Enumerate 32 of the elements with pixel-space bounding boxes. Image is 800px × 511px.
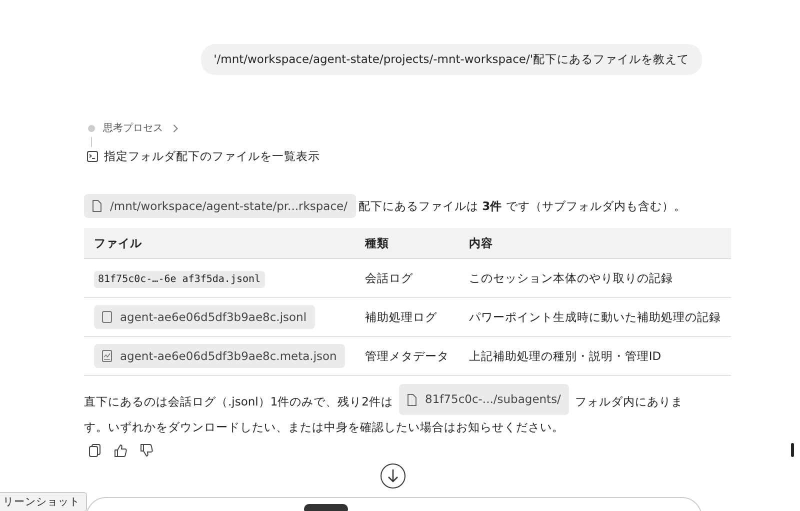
table-cell: パワーポイント生成時に動いた補助処理の記録 xyxy=(458,298,731,336)
column-header: ファイル xyxy=(84,228,355,258)
chart-file-icon xyxy=(102,350,112,362)
user-message: '/mnt/workspace/agent-state/projects/-mnt-workspace/'配下にあるファイルを教えて xyxy=(200,44,702,75)
scrollbar-thumb[interactable] xyxy=(791,443,794,457)
copy-icon[interactable] xyxy=(89,444,101,457)
file-chip[interactable]: agent-ae6e06d5df3b9ae8c.jsonl xyxy=(94,305,315,329)
folder-chip[interactable]: 81f75c0c-.../subagents/ xyxy=(399,384,569,415)
summary-text: 配下にあるファイルは 3件 です（サブフォルダ内も含む）。 xyxy=(358,198,686,214)
side-tab[interactable]: リーンショット xyxy=(0,492,87,511)
thinking-step: 指定フォルダ配下のファイルを一覧表示 xyxy=(104,149,320,164)
closing-paragraph: 直下にあるのは会話ログ（.jsonl）1件のみで、残り2件は 81f75c0c-.../subagents/ フォルダ内にあります。いずれかをダウンロードしたい、または中身を確認したい場合はお知らせください。 xyxy=(84,384,700,440)
terminal-icon xyxy=(87,151,98,162)
table-cell: 管理メタデータ xyxy=(354,336,459,376)
file-icon xyxy=(92,200,102,212)
table-cell: このセッション本体のやり取りの記録 xyxy=(458,258,731,298)
thinking-toggle[interactable]: 思考プロセス xyxy=(103,121,179,135)
file-chip[interactable]: agent-ae6e06d5df3b9ae8c.meta.json xyxy=(94,344,345,368)
table-cell: 上記補助処理の種別・説明・管理ID xyxy=(458,336,731,376)
document-icon xyxy=(102,311,112,323)
timeline-dot-icon xyxy=(88,124,95,132)
folder-path-chip[interactable]: /mnt/workspace/agent-state/pr...rkspace/ xyxy=(84,194,356,218)
file-name: 81f75c0c-…-6e af3f5da.jsonl xyxy=(94,271,265,288)
drag-handle[interactable] xyxy=(304,504,348,511)
table-cell: 補助処理ログ xyxy=(354,298,459,336)
table-cell: 会話ログ xyxy=(354,258,459,298)
thumbs-up-icon[interactable] xyxy=(114,444,127,457)
thumbs-down-icon[interactable] xyxy=(140,444,153,457)
column-header: 内容 xyxy=(458,228,731,258)
column-header: 種類 xyxy=(354,228,459,258)
scroll-down-icon[interactable] xyxy=(380,463,406,489)
file-icon xyxy=(407,394,417,406)
